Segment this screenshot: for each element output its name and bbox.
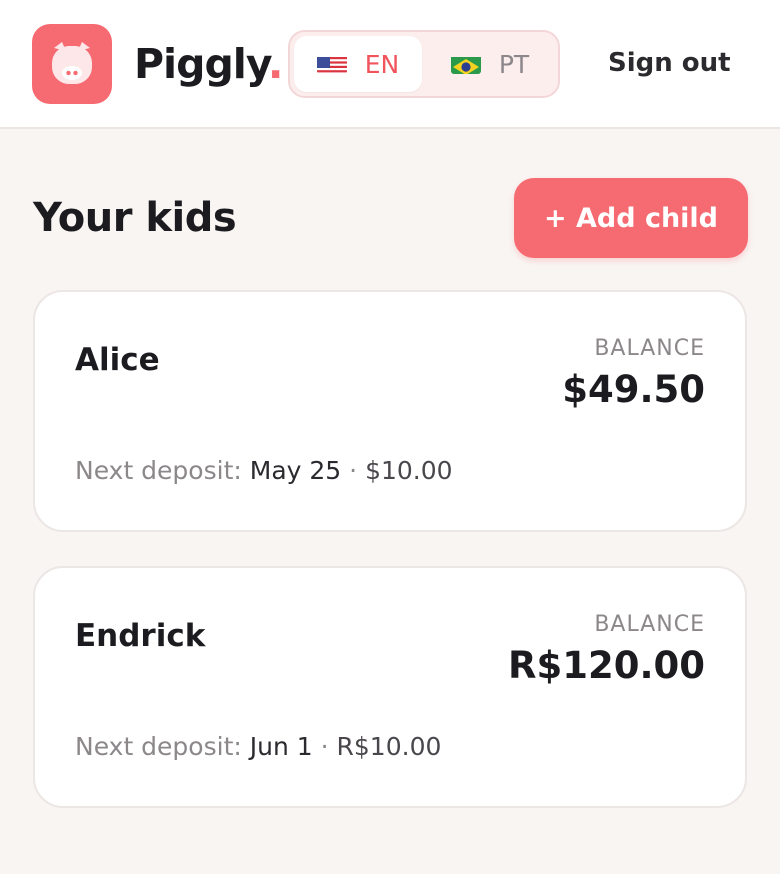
brazil-flag-icon: [450, 54, 481, 74]
balance-value: $49.50: [562, 368, 705, 411]
kid-card-endrick[interactable]: Endrick BALANCE R$120.00 Next deposit: J…: [33, 566, 747, 808]
kid-name: Endrick: [75, 618, 206, 654]
balance-label: BALANCE: [594, 612, 705, 637]
next-deposit-label: Next deposit:: [75, 732, 242, 761]
next-deposit-info: Next deposit: May 25 · $10.00: [75, 454, 453, 488]
sign-out-link[interactable]: Sign out: [608, 44, 731, 82]
page-title: Your kids: [33, 195, 237, 241]
piggly-logo-icon[interactable]: [32, 24, 112, 104]
kid-card-alice[interactable]: Alice BALANCE $49.50 Next deposit: May 2…: [33, 290, 747, 532]
brand-name: Piggly: [134, 40, 269, 88]
next-deposit-amount: R$10.00: [336, 732, 442, 761]
app-header: Piggly. EN PT Sign out: [0, 0, 780, 129]
language-code-en: EN: [364, 49, 400, 79]
balance-label: BALANCE: [594, 336, 705, 361]
kid-name: Alice: [75, 342, 160, 378]
add-child-button[interactable]: + Add child: [514, 178, 748, 258]
next-deposit-label: Next deposit:: [75, 456, 242, 485]
language-switcher: EN PT: [288, 30, 560, 98]
brand-wordmark[interactable]: Piggly.: [134, 38, 284, 90]
brand-dot: .: [267, 40, 284, 88]
next-deposit-date: Jun 1: [249, 732, 313, 761]
next-deposit-amount: $10.00: [365, 456, 453, 485]
language-option-pt[interactable]: PT: [426, 36, 554, 92]
next-deposit-info: Next deposit: Jun 1 · R$10.00: [75, 730, 441, 764]
balance-value: R$120.00: [507, 644, 705, 687]
language-code-pt: PT: [498, 49, 530, 79]
next-deposit-date: May 25: [249, 456, 342, 485]
deposit-separator: ·: [320, 732, 329, 761]
language-option-en[interactable]: EN: [294, 36, 422, 92]
us-flag-icon: [316, 54, 347, 74]
deposit-separator: ·: [349, 456, 358, 485]
